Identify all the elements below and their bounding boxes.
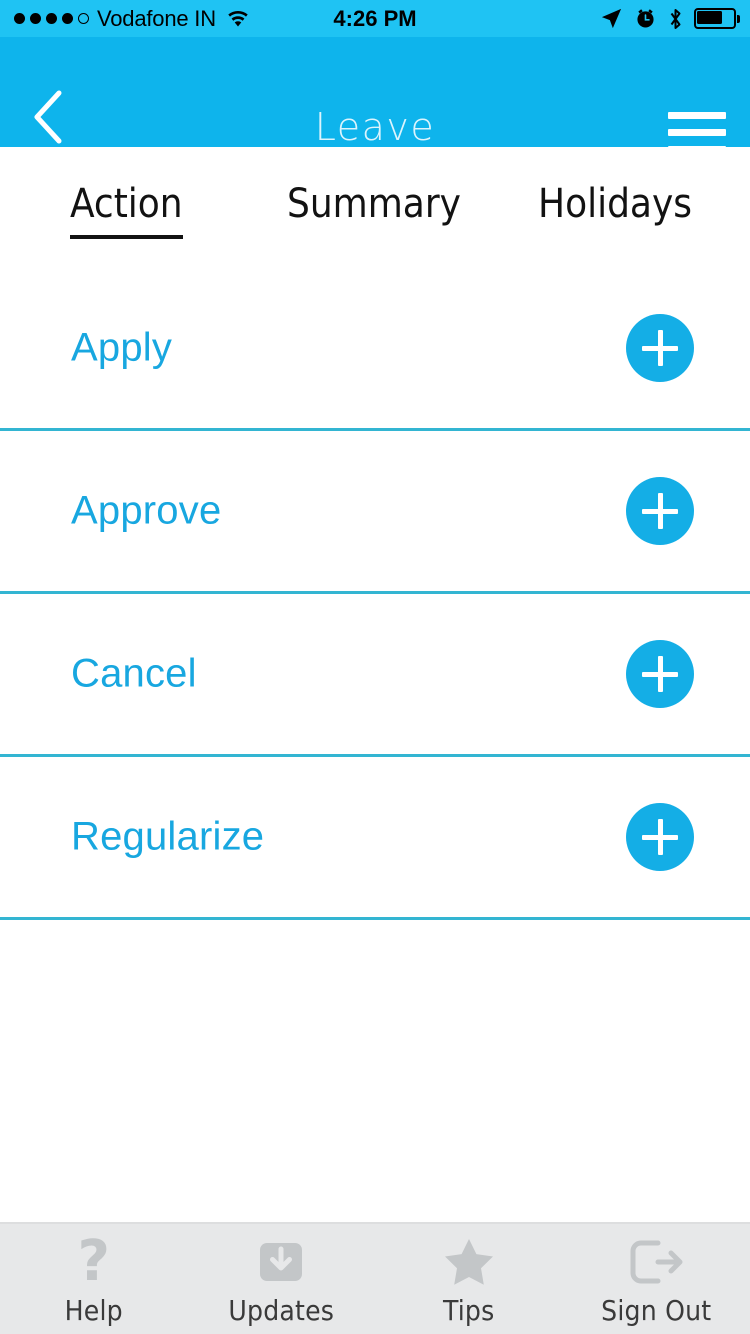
tab-holidays[interactable]: Holidays — [538, 181, 692, 233]
app-screen: Vodafone IN 4:26 PM Leave Action Summary… — [0, 0, 750, 1334]
add-cancel-button[interactable] — [626, 640, 694, 708]
download-box-icon — [257, 1236, 305, 1288]
tab-summary[interactable]: Summary — [287, 181, 461, 233]
tabbar-item-help[interactable]: ? Help — [0, 1224, 188, 1334]
list-item[interactable]: Approve — [0, 431, 750, 594]
tabbar-item-sign-out[interactable]: Sign Out — [563, 1224, 750, 1334]
tabbar-label-tips: Tips — [443, 1293, 495, 1327]
alarm-clock-icon — [634, 7, 657, 30]
list-item[interactable]: Cancel — [0, 594, 750, 757]
star-icon — [443, 1236, 495, 1288]
add-regularize-button[interactable] — [626, 803, 694, 871]
navigation-bar: Leave — [0, 37, 750, 153]
list-item-label: Cancel — [71, 651, 197, 696]
status-bar: Vodafone IN 4:26 PM — [0, 0, 750, 37]
add-apply-button[interactable] — [626, 314, 694, 382]
action-list: Apply Approve Cancel Regularize — [0, 268, 750, 920]
status-bar-right — [600, 7, 740, 31]
question-mark-icon: ? — [77, 1228, 110, 1294]
list-item-label: Approve — [71, 488, 222, 533]
bottom-tab-bar: ? Help Updates Tips Sign Out — [0, 1222, 750, 1334]
tabbar-label-help: Help — [64, 1293, 123, 1327]
sign-out-icon — [628, 1236, 684, 1288]
page-title: Leave — [314, 105, 436, 149]
tabbar-label-sign-out: Sign Out — [601, 1293, 712, 1327]
tab-strip: Action Summary Holidays — [0, 147, 750, 267]
list-item[interactable]: Regularize — [0, 757, 750, 920]
location-arrow-icon — [600, 7, 623, 30]
list-item[interactable]: Apply — [0, 268, 750, 431]
list-item-label: Apply — [71, 325, 173, 370]
tabbar-item-updates[interactable]: Updates — [188, 1224, 376, 1334]
tab-action[interactable]: Action — [70, 181, 183, 239]
tabbar-item-tips[interactable]: Tips — [375, 1224, 563, 1334]
tabbar-label-updates: Updates — [228, 1293, 335, 1327]
bluetooth-icon — [668, 7, 683, 31]
battery-icon — [694, 8, 740, 29]
list-item-label: Regularize — [71, 814, 265, 859]
add-approve-button[interactable] — [626, 477, 694, 545]
